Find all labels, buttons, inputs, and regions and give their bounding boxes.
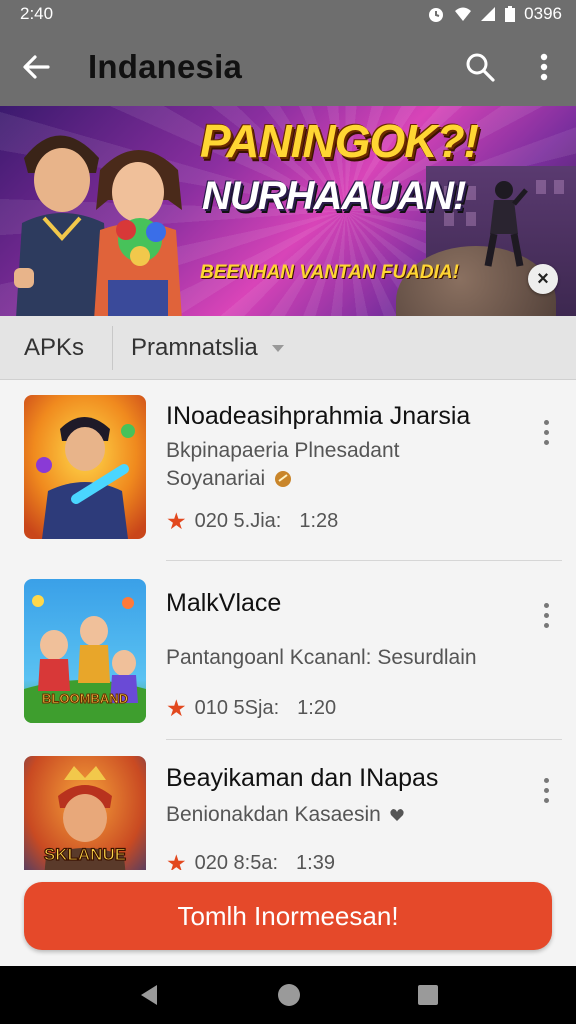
badge-icon	[275, 471, 292, 487]
status-bar: 2:40 0396	[0, 0, 576, 28]
promo-banner[interactable]: PANINGOK?! NURHAAUAN! BEENHAN VANTAN FUA…	[0, 106, 576, 316]
item-overflow-button[interactable]	[528, 768, 564, 812]
app-description: Pantangoanl Kcananl: Sesurdlain	[166, 646, 477, 669]
wifi-icon	[455, 7, 472, 21]
app-duration: 1:20	[297, 697, 337, 719]
app-description-2: Soyanariai	[166, 464, 293, 494]
app-thumbnail: BLOOMBAND	[24, 579, 146, 723]
back-button[interactable]	[0, 28, 72, 106]
star-icon: ★	[166, 850, 187, 870]
app-meta: ★ 020 5.Jia: 1:28	[166, 508, 338, 535]
alarm-icon	[429, 8, 444, 22]
banner-subtitle: BEENHAN VANTAN FUADIA!	[200, 262, 459, 283]
nav-recents-icon[interactable]	[417, 984, 439, 1006]
filter-tab-apks[interactable]: APKs	[0, 325, 114, 370]
thumbnail-label: SKLANUE	[44, 845, 126, 864]
heart-icon	[390, 809, 404, 821]
app-meta: ★ 020 8:5a: 1:39	[166, 850, 335, 870]
more-vert-icon	[540, 53, 548, 81]
app-description-text: Benionakdan Kasaesin	[166, 803, 381, 826]
banner-close-button[interactable]: ×	[528, 264, 558, 294]
status-time: 2:40	[20, 4, 54, 23]
hero-girl-illustration	[94, 150, 182, 316]
item-overflow-button[interactable]	[528, 593, 564, 637]
app-bar: Indanesia	[0, 28, 576, 106]
nav-back-icon[interactable]	[137, 983, 161, 1007]
status-icons: 0396	[426, 4, 562, 24]
primary-action-button[interactable]: Tomlh Inormeesan!	[24, 882, 552, 950]
star-icon: ★	[166, 508, 187, 534]
app-thumbnail: SKLANUE	[24, 756, 146, 870]
overflow-menu-button[interactable]	[512, 28, 576, 106]
chevron-down-icon	[271, 345, 284, 352]
category-dropdown-label: Pramnatslia	[131, 333, 258, 361]
battery-level: 0396	[524, 4, 562, 23]
app-duration: 1:39	[296, 852, 335, 870]
thumbnail-label: BLOOMBAND	[42, 691, 128, 706]
search-icon	[466, 53, 495, 82]
app-rating: 010 5Sja:	[194, 697, 280, 719]
category-dropdown[interactable]: Pramnatslia	[113, 334, 284, 362]
banner-headline: PANINGOK?!	[200, 115, 479, 167]
app-name: MalkVlace	[166, 589, 282, 617]
divider	[166, 560, 562, 561]
app-rating: 020 5.Jia:	[194, 510, 282, 532]
app-duration: 1:28	[299, 510, 339, 532]
app-name: INoadeasihprahmia Jnarsia	[166, 402, 471, 430]
signal-icon	[481, 7, 496, 21]
app-list: INoadeasihprahmia Jnarsia Bkpinapaeria P…	[0, 380, 576, 870]
app-thumbnail	[24, 395, 146, 539]
app-meta: ★ 010 5Sja: 1:20	[166, 695, 336, 722]
search-button[interactable]	[448, 28, 512, 106]
battery-icon	[505, 6, 516, 22]
filter-bar: APKs Pramnatslia	[0, 316, 576, 380]
nav-home-icon[interactable]	[276, 982, 302, 1008]
system-nav-bar	[0, 966, 576, 1024]
app-description-2-text: Soyanariai	[166, 467, 266, 490]
star-icon: ★	[166, 695, 187, 721]
banner-headline-2: NURHAAUAN!	[202, 174, 466, 218]
app-name: Beayikaman dan INapas	[166, 764, 439, 792]
cta-container: Tomlh Inormeesan!	[0, 870, 576, 966]
banner-headline-group: PANINGOK?! NURHAAUAN!	[200, 112, 540, 222]
arrow-back-icon	[23, 55, 50, 79]
app-rating: 020 8:5a:	[194, 852, 279, 870]
item-overflow-button[interactable]	[528, 410, 564, 454]
page-title: Indanesia	[88, 48, 243, 85]
divider	[166, 739, 562, 740]
app-description: Benionakdan Kasaesin	[166, 800, 405, 830]
app-description: Bkpinapaeria Plnesadant	[166, 439, 400, 462]
